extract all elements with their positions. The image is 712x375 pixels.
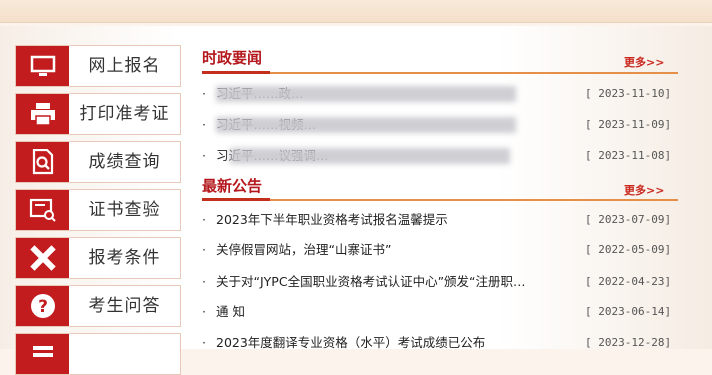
notice-item-date: [ 2023-07-09] [585, 213, 672, 226]
news-item[interactable]: · 习近平……议强调… [ 2023-11-08] [202, 146, 678, 166]
sidebar-item-label: 成绩查询 [88, 152, 161, 172]
notice-item-title[interactable]: 通 知 [216, 302, 576, 322]
redaction-blur [230, 148, 510, 164]
certificate-search-icon [16, 190, 69, 230]
notice-item[interactable]: · 2023年度翻译专业资格（水平）考试成绩已公布 [ 2023-12-28] [202, 333, 678, 353]
svg-text:?: ? [38, 297, 48, 317]
bullet: · [202, 242, 206, 257]
top-banner-strip [0, 0, 712, 23]
news-item[interactable]: · 习近平……政… [ 2023-11-10] [202, 84, 678, 104]
ruler-pencil-icon [16, 238, 69, 278]
notice-item[interactable]: · 通 知 [ 2023-06-14] [202, 302, 678, 322]
sidebar-item-partial[interactable] [15, 333, 181, 375]
notice-item-date: [ 2022-05-09] [585, 243, 672, 256]
notice-item[interactable]: · 关于对“JYPC全国职业资格考试认证中心”颁发“注册职… [ 2022-04… [202, 272, 678, 292]
bullet: · [202, 148, 206, 163]
bullet: · [202, 304, 206, 319]
notices-divider [202, 198, 678, 201]
bullet: · [202, 274, 206, 289]
news-more-link[interactable]: 更多>> [624, 54, 664, 70]
bullet: · [202, 86, 206, 101]
notice-item-title[interactable]: 2023年下半年职业资格考试报名温馨提示 [216, 210, 576, 230]
notice-item-date: [ 2022-04-23] [585, 275, 672, 288]
sidebar-item-certificate-verification[interactable]: 证书查验 [15, 189, 181, 231]
news-item-date: [ 2023-11-08] [585, 149, 672, 162]
sidebar-item-label: 考生问答 [88, 296, 161, 316]
notice-item[interactable]: · 关停假冒网站，治理“山寨证书” [ 2022-05-09] [202, 240, 678, 260]
sidebar-item-label: 网上报名 [88, 56, 161, 76]
news-item[interactable]: · 习近平……视频… [ 2023-11-09] [202, 115, 678, 135]
news-section-title: 时政要闻 [202, 49, 263, 67]
notice-item-title[interactable]: 关停假冒网站，治理“山寨证书” [216, 240, 576, 260]
redaction-blur [216, 117, 516, 133]
document-search-icon [16, 142, 69, 182]
notices-section-title: 最新公告 [202, 177, 263, 195]
bullet: · [202, 117, 206, 132]
sidebar-item-candidate-qa[interactable]: ? 考生问答 [15, 285, 181, 327]
sidebar-item-label: 证书查验 [88, 200, 161, 220]
news-item-date: [ 2023-11-10] [585, 87, 672, 100]
sidebar-item-online-registration[interactable]: 网上报名 [15, 45, 181, 87]
sidebar-item-print-admission-ticket[interactable]: 打印准考证 [15, 93, 181, 135]
notice-item-date: [ 2023-12-28] [585, 336, 672, 349]
news-divider [202, 71, 678, 74]
sidebar-item-application-requirements[interactable]: 报考条件 [15, 237, 181, 279]
printer-icon [16, 94, 69, 134]
sidebar-item-label: 打印准考证 [79, 104, 170, 124]
list-icon [16, 334, 69, 374]
bullet: · [202, 335, 206, 350]
notice-item[interactable]: · 2023年下半年职业资格考试报名温馨提示 [ 2023-07-09] [202, 210, 678, 230]
sidebar-item-label: 报考条件 [88, 248, 161, 268]
bullet: · [202, 212, 206, 227]
question-icon: ? [16, 286, 69, 326]
sidebar-item-score-query[interactable]: 成绩查询 [15, 141, 181, 183]
redaction-blur [216, 86, 516, 102]
notice-item-title[interactable]: 关于对“JYPC全国职业资格考试认证中心”颁发“注册职… [216, 272, 576, 292]
notice-item-date: [ 2023-06-14] [585, 305, 672, 318]
news-item-date: [ 2023-11-09] [585, 118, 672, 131]
notice-item-title[interactable]: 2023年度翻译专业资格（水平）考试成绩已公布 [216, 333, 576, 353]
notices-more-link[interactable]: 更多>> [624, 182, 664, 198]
monitor-icon [16, 46, 69, 86]
